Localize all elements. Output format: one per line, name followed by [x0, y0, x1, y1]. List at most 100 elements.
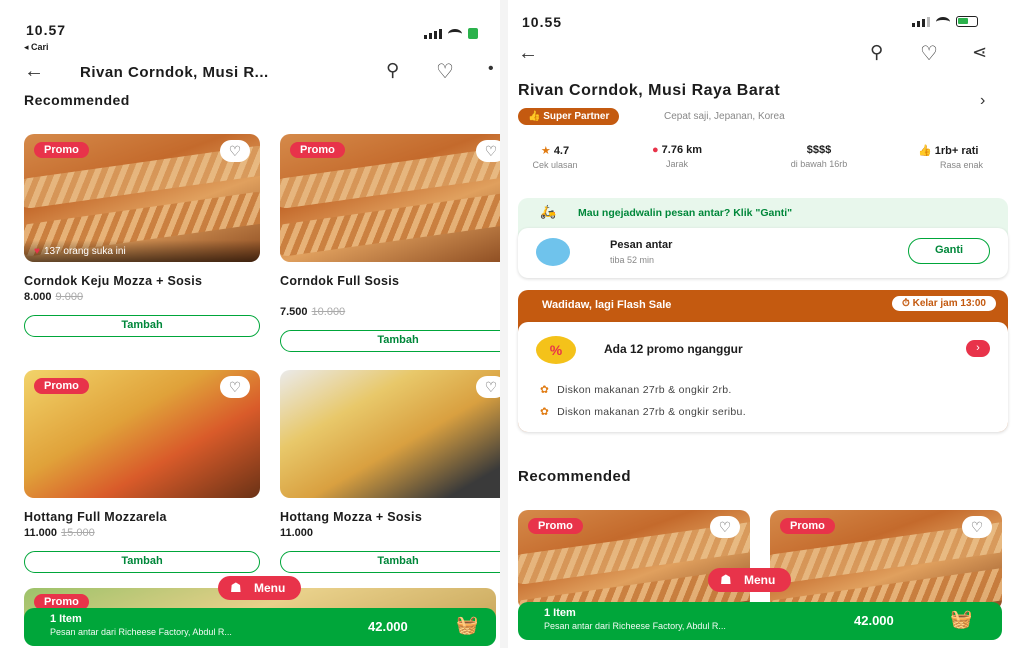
- ganti-button[interactable]: Ganti: [908, 238, 990, 264]
- promo-badge: Promo: [290, 142, 345, 158]
- back-to-app[interactable]: ◂ Cari: [24, 42, 49, 53]
- item-price: 8.000 9.000: [24, 291, 84, 303]
- cloche-icon: ☗: [720, 572, 732, 587]
- promo-list[interactable]: % Ada 12 promo nganggur › ✿ Diskon makana…: [518, 322, 1008, 432]
- delivery-option: Pesan antar tiba 52 min Ganti: [518, 228, 1008, 278]
- thumbs-up-icon: 👍: [918, 145, 935, 157]
- promo-percent-icon: %: [536, 336, 576, 364]
- taste-stat: 👍 1rb+ rati Rasa enak: [918, 145, 984, 170]
- add-button[interactable]: Tambah: [280, 330, 500, 352]
- search-icon[interactable]: ⚲: [386, 60, 399, 81]
- menu-card[interactable]: Promo ♡ Hottang Full Mozzarela 11.000 15.…: [24, 370, 260, 573]
- cuisine-categories: Cepat saji, Jepanan, Korea: [664, 111, 785, 122]
- super-partner-badge: 👍 Super Partner: [518, 108, 620, 125]
- favorite-heart-icon[interactable]: ♡: [920, 41, 938, 66]
- status-icons: [424, 28, 478, 39]
- share-icon[interactable]: •: [488, 60, 494, 78]
- food-image: ♡: [280, 370, 500, 498]
- cart-amount: 42.000: [854, 613, 894, 628]
- delivery-eta: tiba 52 min: [610, 255, 655, 265]
- basket-icon: 🧺: [950, 609, 973, 629]
- signal-icon: [912, 17, 930, 27]
- arrow-right-icon[interactable]: ›: [966, 340, 990, 357]
- heart-icon[interactable]: ♡: [962, 516, 992, 538]
- promo-badge: Promo: [34, 142, 89, 158]
- heart-icon[interactable]: ♡: [220, 140, 250, 162]
- food-image: Promo ♡ ♥ 137 orang suka ini: [24, 134, 260, 262]
- battery-icon: [468, 28, 478, 39]
- wifi-icon: [936, 17, 950, 27]
- clock-icon: ⏱: [902, 298, 913, 309]
- divider: [500, 0, 508, 648]
- page-title: Rivan Corndok, Musi R...: [80, 64, 269, 81]
- item-name: Corndok Keju Mozza + Sosis: [24, 274, 203, 288]
- add-button[interactable]: Tambah: [24, 551, 260, 573]
- menu-card[interactable]: ♡ Hottang Mozza + Sosis 11.000 Tambah: [280, 370, 500, 573]
- item-name: Hottang Full Mozzarela: [24, 510, 167, 524]
- food-image: Promo ♡: [518, 510, 750, 610]
- chevron-right-icon[interactable]: ›: [980, 92, 985, 110]
- menu-button[interactable]: ☗ Menu: [708, 568, 792, 592]
- food-image: Promo ♡: [770, 510, 1002, 610]
- left-screen: 10.57 ◂ Cari ← Rivan Corndok, Musi R... …: [0, 0, 500, 648]
- cart-amount: 42.000: [368, 619, 408, 634]
- add-button[interactable]: Tambah: [24, 315, 260, 337]
- item-name: Hottang Mozza + Sosis: [280, 510, 423, 524]
- promo-row: ✿ Diskon makanan 27rb & ongkir 2rb.: [540, 384, 732, 396]
- menu-card[interactable]: Promo ♡ Corndok Full Sosis 7.500 10.000 T…: [280, 134, 500, 352]
- item-name: Corndok Full Sosis: [280, 274, 400, 288]
- cart-bar[interactable]: 1 Item Pesan antar dari Richeese Factory…: [24, 608, 496, 646]
- cart-description: Pesan antar dari Richeese Factory, Abdul…: [544, 621, 726, 631]
- status-icons: [912, 16, 978, 27]
- battery-icon: [956, 16, 978, 27]
- basket-icon: 🧺: [456, 615, 479, 635]
- menu-card[interactable]: Promo ♡: [518, 510, 754, 610]
- food-image: Promo ♡: [280, 134, 500, 262]
- add-button[interactable]: Tambah: [280, 551, 500, 573]
- delivery-title: Pesan antar: [610, 239, 673, 251]
- discount-icon: ✿: [540, 384, 550, 396]
- item-price: 11.000 15.000: [24, 527, 95, 539]
- discount-icon: ✿: [540, 406, 550, 418]
- promo-count: Ada 12 promo nganggur: [604, 342, 743, 356]
- item-price: 7.500 10.000: [280, 306, 346, 318]
- likes-label: ♥ 137 orang suka ini: [24, 240, 260, 262]
- distance-stat: ● 7.76 km Jarak: [651, 144, 703, 169]
- heart-icon[interactable]: ♡: [220, 376, 250, 398]
- back-arrow-icon[interactable]: ←: [24, 60, 44, 83]
- price-stat: $$$$ di bawah 16rb: [790, 144, 848, 169]
- back-arrow-icon[interactable]: ←: [518, 42, 538, 65]
- flash-sale-section: Wadidaw, lagi Flash Sale ⏱ Kelar jam 13:…: [518, 290, 1008, 432]
- location-pin-icon: ●: [651, 144, 662, 156]
- delivery-icon: [536, 238, 570, 266]
- share-icon[interactable]: ⋖: [972, 42, 987, 63]
- promo-badge: Promo: [34, 378, 89, 394]
- recommended-heading: Recommended: [24, 92, 130, 108]
- favorite-heart-icon[interactable]: ♡: [436, 59, 454, 84]
- status-time: 10.57: [26, 22, 67, 38]
- status-time: 10.55: [522, 14, 563, 30]
- recommended-heading: Recommended: [518, 468, 632, 485]
- heart-icon[interactable]: ♡: [476, 140, 500, 162]
- star-icon: ★: [540, 145, 554, 157]
- search-icon[interactable]: ⚲: [870, 42, 883, 63]
- cart-bar[interactable]: 1 Item Pesan antar dari Richeese Factory…: [518, 602, 1002, 640]
- cart-description: Pesan antar dari Richeese Factory, Abdul…: [50, 627, 232, 637]
- rating-stat[interactable]: ★ 4.7 Cek ulasan: [520, 144, 590, 170]
- food-image: Promo ♡: [24, 370, 260, 498]
- restaurant-name: Rivan Corndok, Musi Raya Barat: [518, 82, 781, 99]
- cart-count: 1 Item: [50, 613, 82, 625]
- scooter-icon: 🛵: [540, 204, 557, 219]
- menu-card[interactable]: Promo ♡: [770, 510, 1006, 610]
- menu-card[interactable]: Promo ♡ ♥ 137 orang suka ini Corndok Keju…: [24, 134, 260, 337]
- heart-icon[interactable]: ♡: [476, 376, 500, 398]
- wifi-icon: [448, 29, 462, 39]
- promo-badge: Promo: [528, 518, 583, 534]
- menu-button[interactable]: ☗ Menu: [218, 576, 302, 600]
- schedule-text: Mau ngejadwalin pesan antar? Klik "Ganti…: [578, 207, 793, 219]
- cloche-icon: ☗: [230, 580, 242, 595]
- heart-icon[interactable]: ♡: [710, 516, 740, 538]
- signal-icon: [424, 29, 442, 39]
- promo-row: ✿ Diskon makanan 27rb & ongkir seribu.: [540, 406, 746, 418]
- schedule-banner: 🛵 Mau ngejadwalin pesan antar? Klik "Gan…: [518, 198, 1008, 278]
